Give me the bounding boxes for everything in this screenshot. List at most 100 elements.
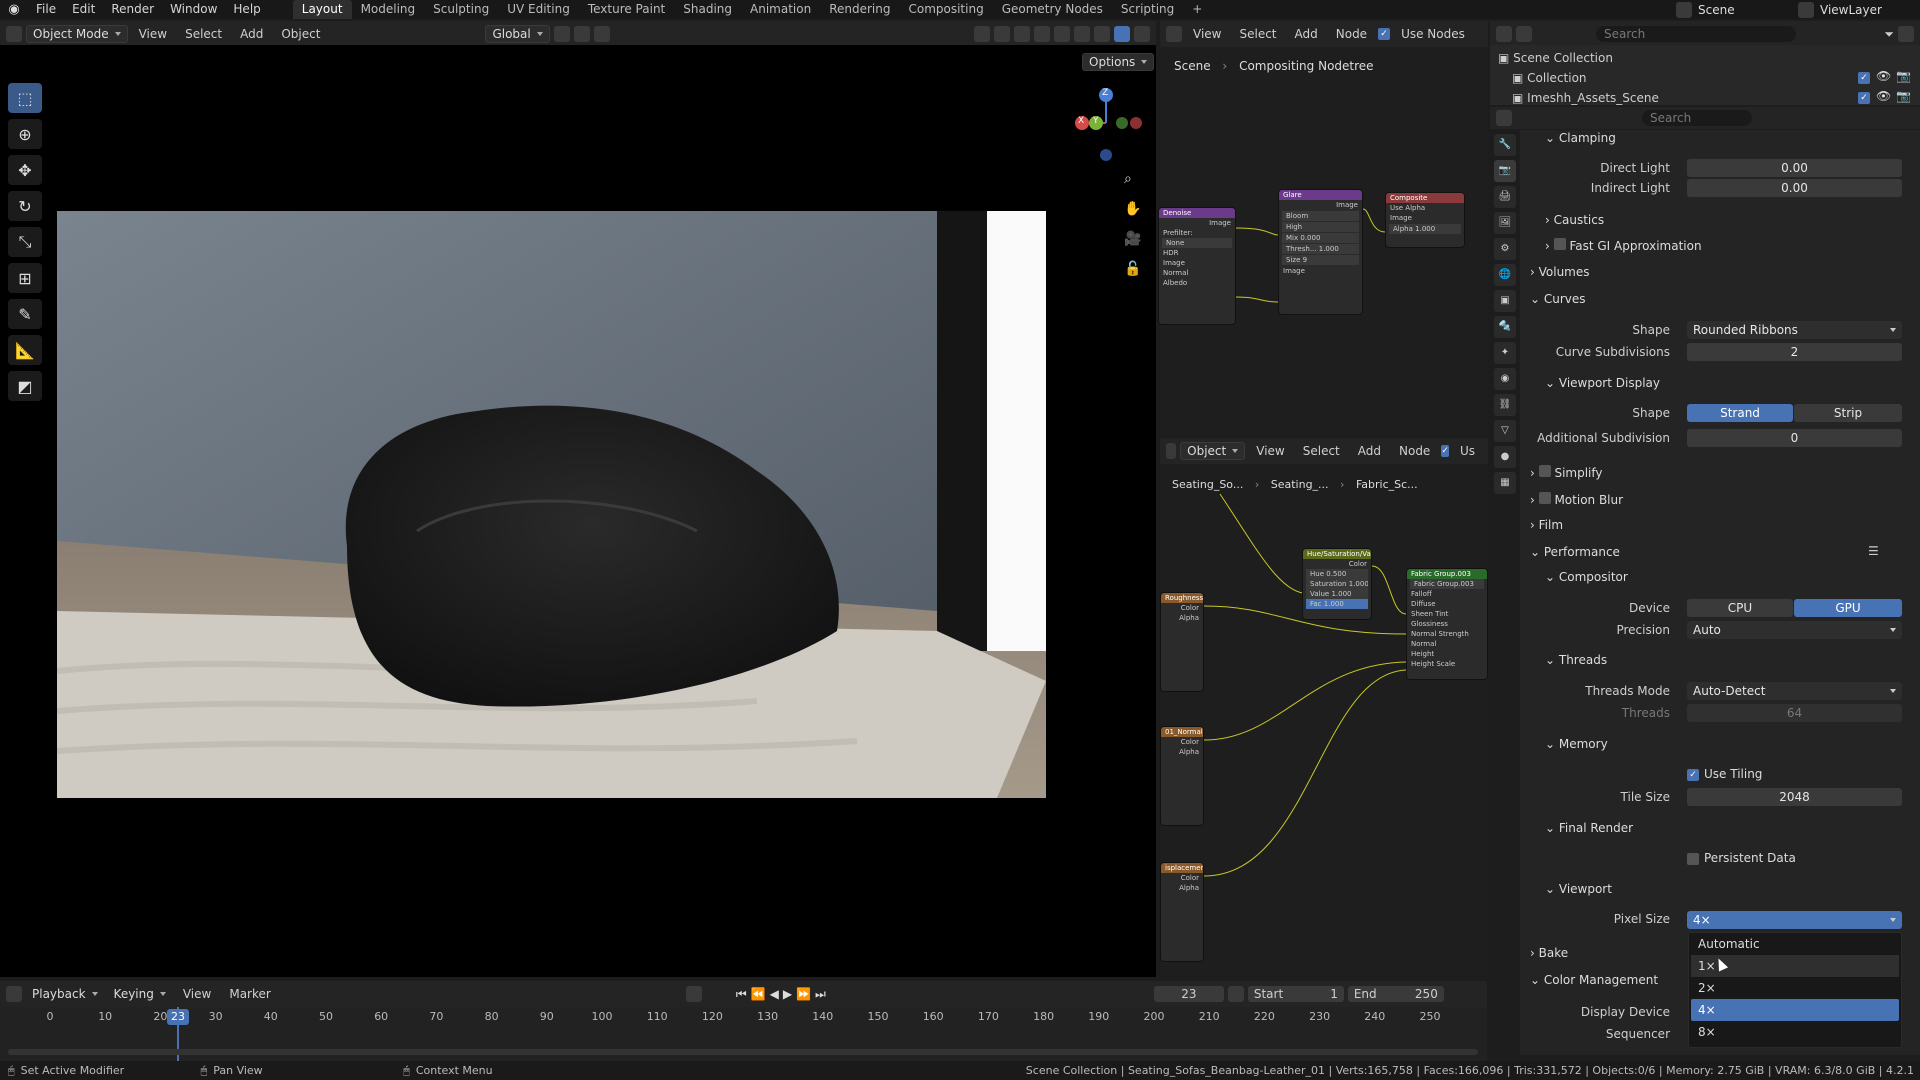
play-reverse-icon[interactable]: ◀ — [770, 987, 779, 1001]
imeshh-exclude-checkbox[interactable]: ✓ — [1858, 92, 1870, 104]
strip-toggle[interactable]: Strip — [1794, 404, 1902, 422]
outliner-row-scene-collection[interactable]: ▣ Scene Collection — [1498, 51, 1613, 65]
move-tool-icon[interactable]: ✥ — [8, 155, 42, 185]
frame-start-field[interactable]: Start 1 — [1247, 986, 1344, 1002]
new-collection-icon[interactable] — [1898, 26, 1914, 42]
view-layer-tab-icon[interactable]: 🖼 — [1494, 212, 1516, 234]
pivot-icon[interactable] — [553, 26, 570, 42]
threads-panel-header[interactable]: ⌄ Threads — [1545, 653, 1607, 667]
playback-menu[interactable]: Playback — [26, 986, 104, 1002]
world-tab-icon[interactable]: 🌐 — [1494, 264, 1516, 286]
denoise-hdr-checkbox[interactable]: HDR — [1159, 248, 1235, 258]
view-layer-name[interactable]: ViewLayer — [1820, 3, 1920, 17]
shader-type-dropdown[interactable]: Object — [1180, 442, 1246, 460]
scene-tab-icon[interactable]: ⚙ — [1494, 238, 1516, 260]
curve-shape-dropdown[interactable]: Rounded Ribbons — [1687, 321, 1902, 339]
glare-type[interactable]: Bloom — [1282, 211, 1359, 221]
play-icon[interactable]: ▶ — [783, 987, 792, 1001]
cpu-toggle[interactable]: CPU — [1687, 599, 1793, 617]
gizmo-toggle-icon[interactable] — [994, 26, 1010, 42]
menu-file[interactable]: File — [28, 0, 64, 19]
glare-size[interactable]: Size 9 — [1282, 255, 1359, 265]
texture-tab-icon[interactable]: ▦ — [1494, 472, 1516, 494]
add-cube-tool-icon[interactable]: ◩ — [8, 371, 42, 401]
tab-uv-editing[interactable]: UV Editing — [498, 0, 579, 19]
properties-type-icon[interactable] — [1496, 110, 1512, 126]
navigation-gizmo[interactable]: Z Y X — [1066, 85, 1142, 161]
saturation-field[interactable]: Saturation 1.000 — [1306, 579, 1368, 589]
tab-modeling[interactable]: Modeling — [352, 0, 425, 19]
hue-saturation-node[interactable]: Hue/Saturation/Value Color Hue 0.500 Sat… — [1302, 548, 1372, 620]
outliner-type-icon[interactable] — [1496, 26, 1512, 42]
scale-tool-icon[interactable]: ⤡ — [8, 227, 42, 257]
pixel-size-option-4x[interactable]: 4× — [1691, 999, 1899, 1021]
tab-sculpting[interactable]: Sculpting — [424, 0, 498, 19]
tab-texture-paint[interactable]: Texture Paint — [579, 0, 674, 19]
add-menu[interactable]: Add — [233, 26, 270, 42]
simplify-panel-header[interactable]: › Simplify — [1530, 465, 1603, 480]
viewport-panel-header[interactable]: ⌄ Viewport — [1545, 882, 1612, 896]
tile-size-field[interactable]: 2048 — [1687, 788, 1902, 806]
curves-panel-header[interactable]: ⌄ Curves — [1530, 292, 1586, 306]
tab-compositing[interactable]: Compositing — [899, 0, 992, 19]
precision-dropdown[interactable]: Auto — [1687, 621, 1902, 639]
roughness-texture-node[interactable]: Roughness_4k.png Color Alpha — [1160, 592, 1204, 692]
current-frame-field[interactable]: 23 — [1153, 986, 1224, 1002]
keying-menu[interactable]: Keying — [108, 986, 172, 1002]
bake-panel-header[interactable]: › Bake — [1530, 946, 1568, 960]
normal-texture-node[interactable]: 01_Normal_4k.png Color Alpha — [1160, 726, 1204, 826]
particles-tab-icon[interactable]: ✦ — [1494, 342, 1516, 364]
shader-node-menu[interactable]: Node — [1392, 443, 1437, 459]
use-preview-range-icon[interactable] — [1227, 986, 1244, 1002]
tab-geometry-nodes[interactable]: Geometry Nodes — [993, 0, 1112, 19]
display-mode-icon[interactable] — [1516, 26, 1532, 42]
properties-search-input[interactable]: Search — [1642, 110, 1752, 126]
comp-view-menu[interactable]: View — [1186, 26, 1228, 42]
use-tiling-checkbox[interactable]: ✓ — [1687, 769, 1699, 781]
timeline-scrollbar[interactable] — [8, 1049, 1478, 1055]
comp-add-menu[interactable]: Add — [1288, 26, 1325, 42]
glare-threshold[interactable]: Thresh... 1.000 — [1282, 244, 1359, 254]
constraints-tab-icon[interactable]: ⛓ — [1494, 394, 1516, 416]
collection-visibility-icon[interactable]: 👁 — [1876, 69, 1891, 83]
playhead-frame-label[interactable]: 23 — [166, 1009, 189, 1025]
timeline-view-menu[interactable]: View — [176, 986, 218, 1002]
simplify-checkbox[interactable] — [1538, 465, 1551, 477]
tab-layout[interactable]: Layout — [292, 0, 352, 19]
additional-subdivision-field[interactable]: 0 — [1687, 429, 1902, 447]
filter-icon[interactable]: ⏷ — [1884, 27, 1894, 42]
tab-scripting[interactable]: Scripting — [1112, 0, 1183, 19]
select-box-tool-icon[interactable]: ⬚ — [8, 83, 42, 113]
motion-blur-checkbox[interactable] — [1538, 492, 1551, 504]
snap-icon[interactable] — [573, 26, 590, 42]
shader-node-editor[interactable]: Seating_So... › Seating_... › Fabric_Sc.… — [1160, 464, 1488, 976]
clamping-panel-header[interactable]: ⌄ Clamping — [1545, 131, 1616, 145]
blender-logo-icon[interactable]: ◉ — [0, 2, 28, 17]
transform-orientation-dropdown[interactable]: Global — [485, 25, 550, 43]
collection-render-icon[interactable]: 📷 — [1896, 69, 1911, 83]
fast-gi-panel-header[interactable]: › Fast GI Approximation — [1545, 238, 1702, 253]
glare-quality[interactable]: High — [1282, 222, 1359, 232]
shader-use-nodes-checkbox[interactable]: ✓ — [1441, 445, 1449, 457]
comp-select-menu[interactable]: Select — [1232, 26, 1283, 42]
glare-node[interactable]: Glare Image Bloom High Mix 0.000 Thresh.… — [1278, 189, 1363, 315]
denoise-prefilter-value[interactable]: None — [1162, 238, 1232, 248]
zoom-view-icon[interactable]: ⌕ — [1124, 171, 1132, 187]
view-layer-icon[interactable] — [1798, 1, 1814, 18]
3d-viewport[interactable]: Options ⬚ ⊕ ✥ ↻ ⤡ ⊞ ✎ 📐 ◩ Z Y X ⌕ ✋ 🎥 🔓 — [0, 45, 1156, 977]
persistent-data-checkbox[interactable] — [1687, 853, 1699, 865]
editor-type-icon[interactable] — [6, 26, 22, 42]
shader-add-menu[interactable]: Add — [1351, 443, 1388, 459]
frame-end-field[interactable]: End 250 — [1347, 986, 1444, 1002]
performance-panel-header[interactable]: ⌄ Performance — [1530, 545, 1620, 559]
fabric-group-node[interactable]: Fabric Group.003 Fabric Group.003 Fallof… — [1406, 568, 1488, 680]
rotate-tool-icon[interactable]: ↻ — [8, 191, 42, 221]
timeline-type-icon[interactable] — [6, 986, 22, 1002]
viewport-display-panel-header[interactable]: ⌄ Viewport Display — [1545, 376, 1660, 390]
rendered-shading-icon[interactable] — [1114, 26, 1130, 42]
tab-rendering[interactable]: Rendering — [820, 0, 899, 19]
gpu-toggle[interactable]: GPU — [1794, 599, 1902, 617]
fac-field[interactable]: Fac 1.000 — [1306, 599, 1368, 609]
memory-panel-header[interactable]: ⌄ Memory — [1545, 737, 1608, 751]
imeshh-visibility-icon[interactable]: 👁 — [1876, 89, 1891, 103]
